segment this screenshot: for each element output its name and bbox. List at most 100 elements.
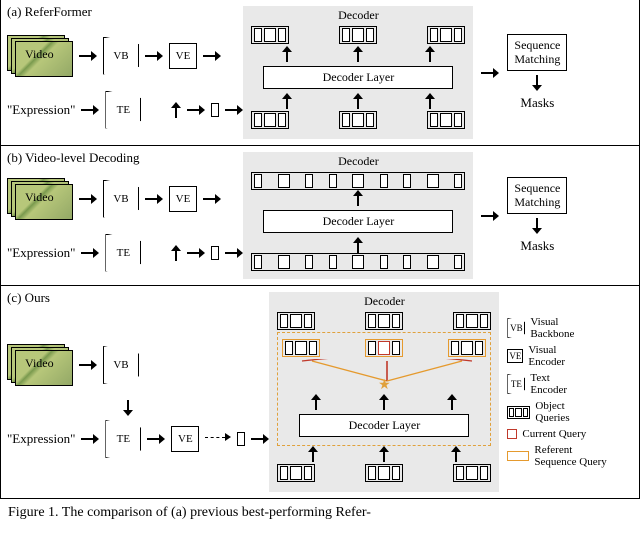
video-thumbs: Video [7, 35, 73, 77]
legend-referent-text: Referent Sequence Query [534, 444, 606, 468]
arrow-icon [481, 68, 499, 78]
arrow-icon [79, 194, 97, 204]
video-label: Video [25, 47, 54, 62]
decoder-layer: Decoder Layer [299, 414, 469, 437]
arrow-icon [203, 51, 221, 61]
arrow-icon [187, 248, 205, 258]
arrow-icon [79, 51, 97, 61]
text-token [211, 103, 219, 117]
arrow-icon [481, 211, 499, 221]
arrow-icon [203, 194, 221, 204]
text-token [211, 246, 219, 260]
arrow-icon [225, 248, 243, 258]
legend-te-icon: TE [507, 374, 525, 394]
object-queries [427, 111, 465, 129]
arrow-up-icon [353, 46, 363, 62]
star-icon: ★ [378, 378, 391, 393]
arrow-up-icon [353, 93, 363, 109]
arrow-up-icon [282, 46, 292, 62]
figure-caption: Figure 1. The comparison of (a) previous… [0, 499, 640, 521]
decoder-box-b: Decoder Decoder Layer [243, 152, 473, 279]
expression-text: "Expression" [7, 431, 75, 447]
arrow-up-icon [425, 46, 435, 62]
video-label: Video [25, 356, 54, 371]
object-queries-long [251, 253, 465, 271]
arrow-up-icon [171, 245, 181, 261]
ve-block: VE [169, 43, 197, 69]
legend-vb-text: Visual Backbone [530, 316, 574, 340]
arrow-icon [81, 105, 99, 115]
arrow-up-icon [353, 190, 363, 206]
object-queries-long [251, 172, 465, 190]
arrow-down-icon [532, 75, 542, 91]
arrow-up-icon [379, 394, 389, 410]
vb-block: VB [103, 180, 139, 218]
panel-c: (c) Ours Masks Video VB "Expression" TE [0, 286, 640, 499]
object-queries [251, 111, 289, 129]
te-block: TE [105, 234, 141, 272]
legend-current-query-icon [507, 429, 517, 439]
object-queries [251, 26, 289, 44]
arrow-up-icon [353, 237, 363, 253]
decoder-title: Decoder [338, 8, 379, 23]
decoder-box-a: Decoder Decoder Layer [243, 6, 473, 139]
object-queries [365, 312, 403, 330]
masks-label: Masks [520, 95, 554, 111]
sequence-matching-box: Sequence Matching [507, 177, 567, 215]
decoder-title: Decoder [338, 154, 379, 169]
legend-current-query-text: Current Query [522, 428, 586, 440]
referent-sequence-query [365, 339, 403, 357]
ours-dashed-region: ★ Decoder Layer [277, 332, 491, 446]
arrow-icon [145, 51, 163, 61]
object-queries [277, 464, 315, 482]
object-queries [277, 312, 315, 330]
object-queries [339, 26, 377, 44]
object-queries [339, 111, 377, 129]
decoder-layer: Decoder Layer [263, 210, 453, 233]
arrow-up-icon [171, 102, 181, 118]
te-block: TE [105, 420, 141, 458]
arrow-icon [81, 434, 99, 444]
arrow-up-icon [425, 93, 435, 109]
video-thumbs: Video [7, 344, 73, 386]
arrow-icon [79, 360, 97, 370]
sequence-matching-box: Sequence Matching [507, 34, 567, 72]
text-token [237, 432, 245, 446]
panel-a-label: (a) ReferFormer [7, 4, 92, 20]
vb-block: VB [103, 346, 139, 384]
arrow-down-icon [123, 400, 133, 416]
decoder-box-c: Decoder ★ Deco [269, 292, 499, 492]
arrow-icon [251, 434, 269, 444]
decoder-layer: Decoder Layer [263, 66, 453, 89]
arrow-up-icon [379, 446, 389, 462]
arrow-up-icon [282, 93, 292, 109]
arrow-icon [225, 105, 243, 115]
object-queries [453, 312, 491, 330]
object-queries [453, 464, 491, 482]
legend-queries-icon [507, 406, 530, 419]
arrow-up-icon [447, 394, 457, 410]
te-block: TE [105, 91, 141, 129]
decoder-title: Decoder [364, 294, 405, 309]
panel-b-label: (b) Video-level Decoding [7, 150, 140, 166]
arrow-icon [145, 194, 163, 204]
ve-block: VE [171, 426, 199, 452]
legend-referent-icon [507, 451, 529, 461]
referent-sequence-query [448, 339, 486, 357]
panel-b: (b) Video-level Decoding Video VB VE "Ex… [0, 146, 640, 286]
arrow-up-icon [311, 394, 321, 410]
legend-ve-icon: VE [507, 349, 523, 363]
expression-text: "Expression" [7, 245, 75, 261]
arrow-icon [187, 105, 205, 115]
object-queries [427, 26, 465, 44]
arrow-icon [147, 434, 165, 444]
referent-sequence-query [282, 339, 320, 357]
vb-block: VB [103, 37, 139, 75]
ve-block: VE [169, 186, 197, 212]
arrow-down-icon [532, 218, 542, 234]
arrow-up-icon [308, 446, 318, 462]
masks-label: Masks [520, 238, 554, 254]
video-label: Video [25, 190, 54, 205]
legend-vb-icon: VB [507, 318, 525, 338]
arrow-icon [81, 248, 99, 258]
